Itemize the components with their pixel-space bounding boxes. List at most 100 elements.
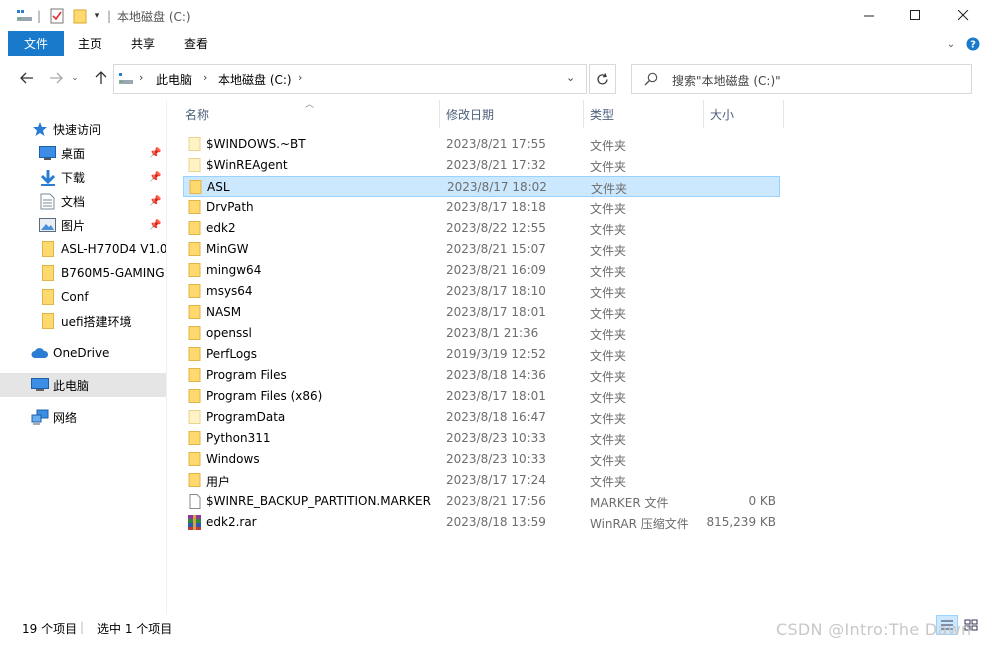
address-bar[interactable]: › 此电脑 › 本地磁盘 (C:) › ⌄	[113, 64, 587, 94]
sidebar-item-uefi[interactable]: uefi搭建环境	[0, 309, 166, 333]
breadcrumb-separator-icon[interactable]: ›	[139, 71, 143, 84]
up-arrow-icon[interactable]	[90, 66, 112, 90]
file-row[interactable]: Program Files (x86) 2023/8/17 18:01 文件夹	[183, 386, 780, 407]
breadcrumb-local-disk[interactable]: 本地磁盘 (C:)	[218, 71, 292, 88]
star-icon	[32, 121, 48, 137]
file-row[interactable]: mingw64 2023/8/21 16:09 文件夹	[183, 260, 780, 281]
file-modified-date: 2023/8/17 18:02	[447, 180, 547, 194]
selected-count: 选中 1 个项目	[97, 622, 173, 636]
status-divider: |	[80, 620, 85, 634]
column-divider[interactable]	[583, 100, 584, 128]
sidebar-item-downloads[interactable]: 下载 📌	[0, 165, 166, 189]
sort-ascending-icon: ︿	[305, 100, 315, 110]
file-row[interactable]: 用户 2023/8/17 17:24 文件夹	[183, 470, 780, 491]
column-divider[interactable]	[783, 100, 784, 128]
file-modified-date: 2023/8/17 18:01	[446, 305, 546, 319]
folder-icon	[187, 284, 202, 298]
column-header-date[interactable]: 修改日期	[446, 100, 494, 128]
column-header-name[interactable]: 名称	[185, 100, 209, 128]
column-divider[interactable]	[439, 100, 440, 128]
file-row[interactable]: Program Files 2023/8/18 14:36 文件夹	[183, 365, 780, 386]
tab-home[interactable]: 主页	[78, 31, 102, 56]
navigation-bar: ⌄ › 此电脑 › 本地磁盘 (C:) › ⌄ 搜索"本地磁盘 (C:)"	[0, 56, 992, 100]
file-row[interactable]: PerfLogs 2019/3/19 12:52 文件夹	[183, 344, 780, 365]
search-box[interactable]: 搜索"本地磁盘 (C:)"	[631, 64, 972, 94]
file-row[interactable]: edk2 2023/8/22 12:55 文件夹	[183, 218, 780, 239]
forward-arrow-icon[interactable]	[45, 66, 67, 90]
file-row[interactable]: msys64 2023/8/17 18:10 文件夹	[183, 281, 780, 302]
file-icon	[187, 494, 202, 509]
expand-ribbon-chevron-icon[interactable]: ⌄	[944, 36, 958, 52]
breadcrumb-this-pc[interactable]: 此电脑	[156, 71, 192, 88]
file-type: 文件夹	[590, 433, 627, 447]
pane-divider[interactable]	[166, 100, 167, 614]
close-button[interactable]	[940, 0, 986, 31]
file-row[interactable]: $WINRE_BACKUP_PARTITION.MARKER 2023/8/21 …	[183, 491, 780, 512]
refresh-button[interactable]	[589, 64, 616, 94]
file-type: 文件夹	[590, 202, 627, 216]
tab-file[interactable]: 文件	[8, 31, 64, 56]
search-icon	[644, 72, 658, 89]
file-row[interactable]: $WINDOWS.~BT 2023/8/21 17:55 文件夹	[183, 134, 780, 155]
new-folder-icon[interactable]	[71, 7, 89, 25]
folder-icon	[187, 347, 202, 361]
minimize-button[interactable]	[846, 0, 892, 31]
file-row[interactable]: NASM 2023/8/17 18:01 文件夹	[183, 302, 780, 323]
file-name: Program Files (x86)	[206, 389, 323, 403]
file-row[interactable]: openssl 2023/8/1 21:36 文件夹	[183, 323, 780, 344]
file-row[interactable]: ProgramData 2023/8/18 16:47 文件夹	[183, 407, 780, 428]
column-header-size[interactable]: 大小	[710, 100, 734, 128]
pin-icon[interactable]: 📌	[149, 196, 161, 207]
folder-icon	[42, 265, 54, 281]
file-type: 文件夹	[590, 454, 627, 468]
column-header-type[interactable]: 类型	[590, 100, 614, 128]
sidebar-item-conf[interactable]: Conf	[0, 285, 166, 309]
file-name: NASM	[206, 305, 242, 319]
file-modified-date: 2023/8/21 17:55	[446, 137, 546, 151]
file-row[interactable]: DrvPath 2023/8/17 18:18 文件夹	[183, 197, 780, 218]
folder-icon	[187, 221, 202, 235]
sidebar-item-b760m5[interactable]: B760M5-GAMING	[0, 261, 166, 285]
breadcrumb-separator-icon[interactable]: ›	[203, 71, 207, 84]
file-type: 文件夹	[590, 139, 627, 153]
sidebar-item-label: 桌面	[61, 146, 86, 161]
maximize-button[interactable]	[892, 0, 938, 31]
pin-icon[interactable]: 📌	[149, 148, 161, 159]
recent-locations-chevron-icon[interactable]: ⌄	[68, 66, 82, 90]
sidebar-item-pictures[interactable]: 图片 📌	[0, 213, 166, 237]
pin-icon[interactable]: 📌	[149, 172, 161, 183]
file-row[interactable]: $WinREAgent 2023/8/21 17:32 文件夹	[183, 155, 780, 176]
sidebar-item-desktop[interactable]: 桌面 📌	[0, 141, 166, 165]
file-row[interactable]: Windows 2023/8/23 10:33 文件夹	[183, 449, 780, 470]
file-row[interactable]: Python311 2023/8/23 10:33 文件夹	[183, 428, 780, 449]
file-row[interactable]: edk2.rar 2023/8/18 13:59 WinRAR 压缩文件 815,23…	[183, 512, 780, 533]
file-row[interactable]: MinGW 2023/8/21 15:07 文件夹	[183, 239, 780, 260]
sidebar-item-documents[interactable]: 文档 📌	[0, 189, 166, 213]
hidden-folder-icon	[187, 410, 202, 424]
drive-icon[interactable]	[14, 7, 34, 25]
sidebar-item-network[interactable]: 网络	[0, 405, 166, 429]
sidebar-item-this-pc[interactable]: 此电脑	[0, 373, 166, 397]
column-divider[interactable]	[703, 100, 704, 128]
file-row[interactable]: ASL 2023/8/17 18:02 文件夹	[183, 176, 780, 197]
sidebar-item-label: 快速访问	[53, 122, 102, 137]
sidebar-item-label: 图片	[61, 218, 86, 233]
sidebar-item-onedrive[interactable]: OneDrive	[0, 341, 166, 365]
file-type: WinRAR 压缩文件	[590, 517, 689, 531]
properties-icon[interactable]	[48, 7, 66, 25]
help-icon[interactable]: ?	[965, 36, 981, 52]
customize-qa-chevron-icon[interactable]: ▾	[90, 7, 104, 25]
address-dropdown-chevron-icon[interactable]: ⌄	[566, 71, 575, 84]
pin-icon[interactable]: 📌	[149, 220, 161, 231]
folder-icon	[187, 263, 202, 277]
back-arrow-icon[interactable]	[16, 66, 38, 90]
file-name: edk2	[206, 221, 236, 235]
sidebar-item-asl-h770d4[interactable]: ASL-H770D4 V1.0	[0, 237, 166, 261]
sidebar-item-quick-access[interactable]: 快速访问	[0, 117, 166, 141]
tab-view[interactable]: 查看	[184, 31, 208, 56]
breadcrumb-separator-icon[interactable]: ›	[298, 71, 302, 84]
file-type: 文件夹	[591, 182, 628, 196]
svg-text:?: ?	[970, 40, 976, 51]
file-size: 0 KB	[748, 494, 776, 508]
tab-share[interactable]: 共享	[131, 31, 155, 56]
